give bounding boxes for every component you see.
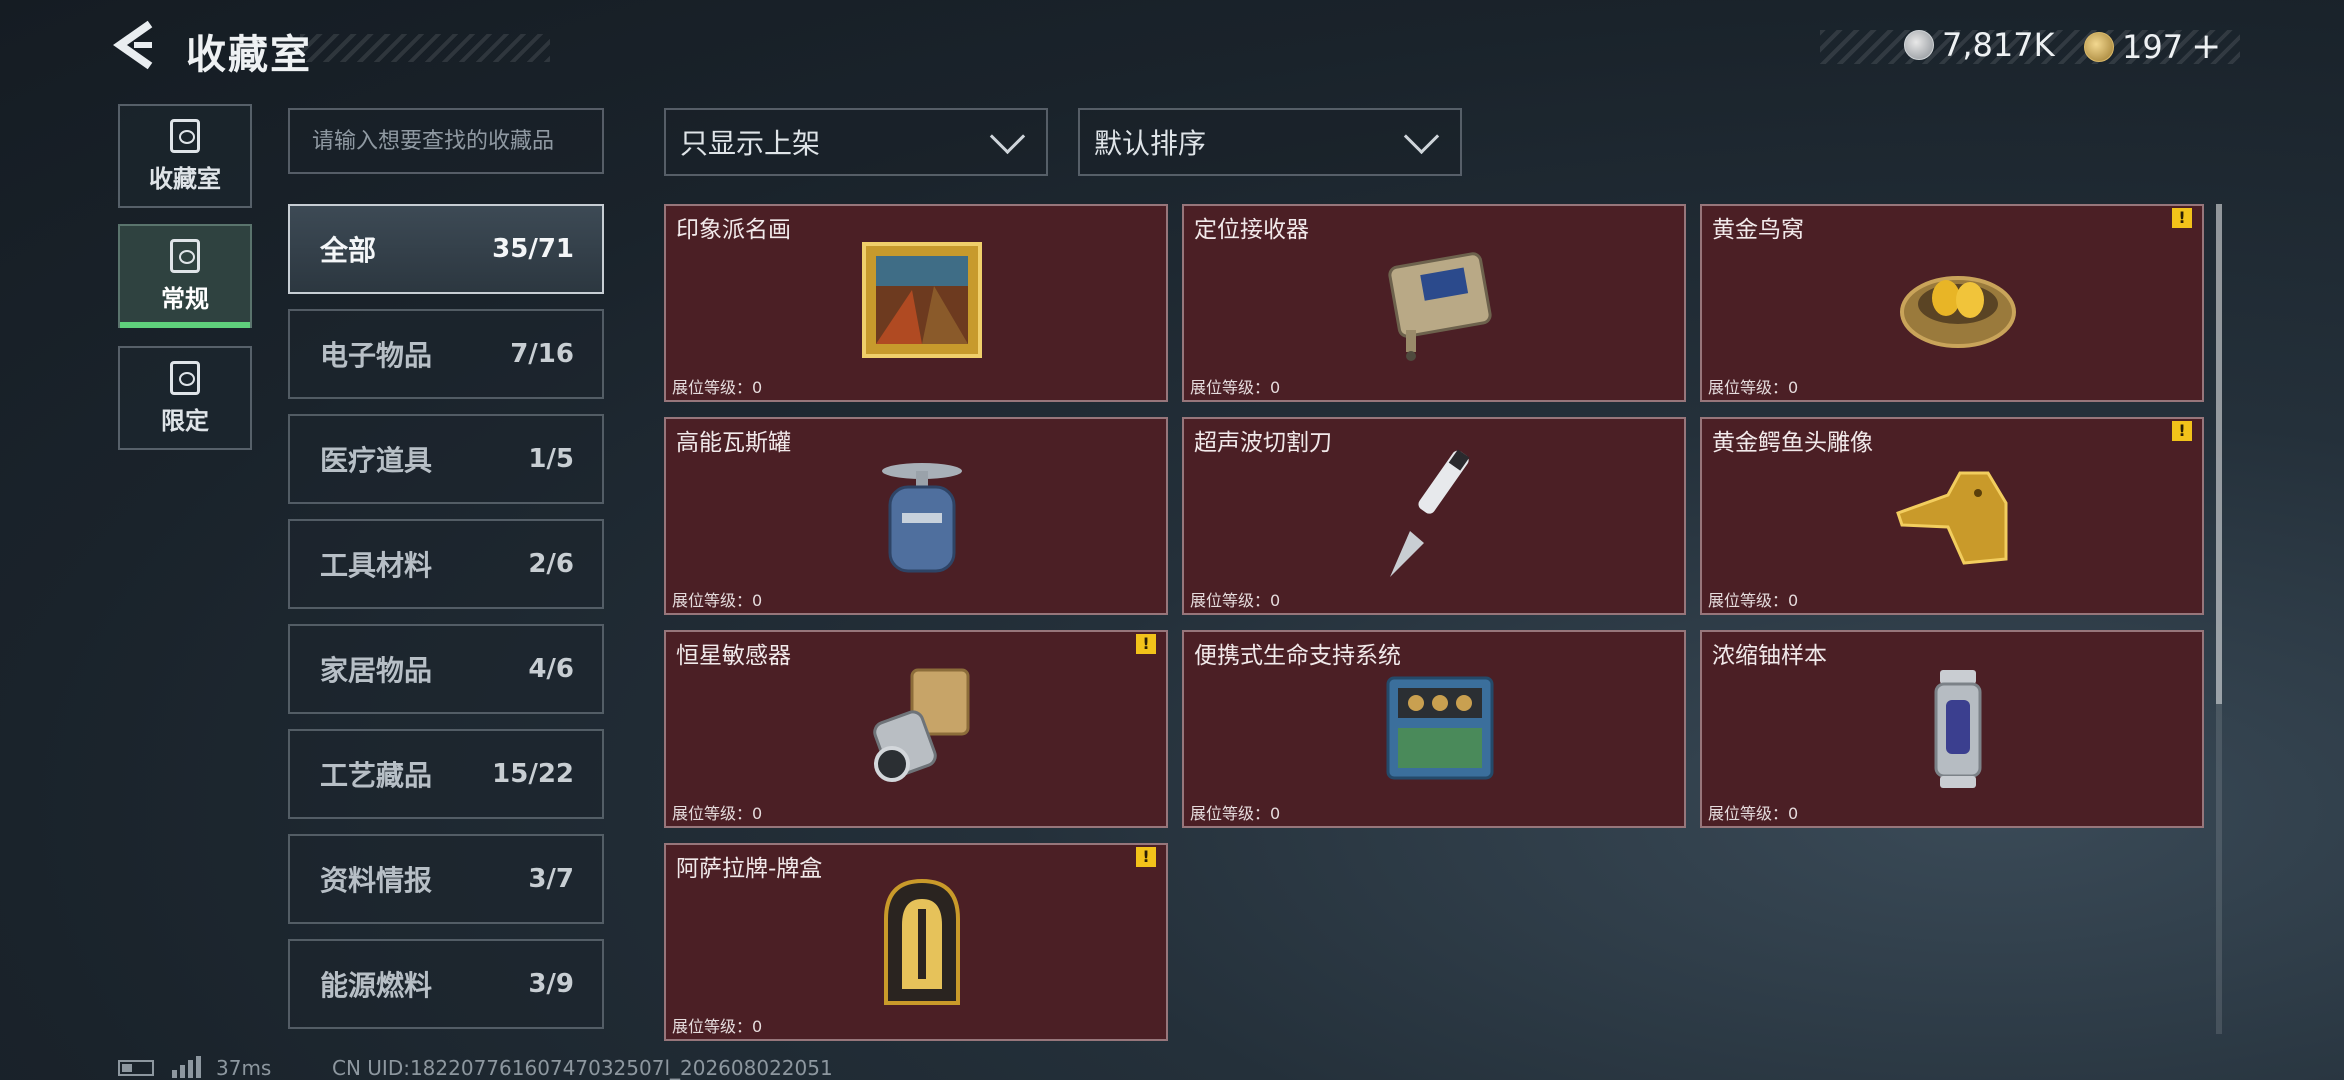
silver-currency: 7,817K — [1904, 26, 2055, 64]
item-card[interactable]: 浓缩铀样本 展位等级：0 — [1700, 630, 2204, 828]
category-count: 35/71 — [492, 234, 574, 264]
gold-nest-icon — [1900, 276, 2016, 348]
add-currency-button[interactable]: + — [2191, 26, 2221, 67]
category-count: 1/5 — [528, 444, 574, 474]
item-name: 浓缩铀样本 — [1712, 643, 1827, 669]
search-input[interactable] — [288, 108, 604, 174]
category-name: 工艺藏品 — [320, 759, 433, 792]
category-name: 医疗道具 — [320, 444, 433, 477]
category-all[interactable]: 全部 35/71 — [288, 204, 604, 294]
signal-icon — [172, 1056, 201, 1078]
uid-text: CN UID:18220776160747032507l_20260802205… — [332, 1056, 833, 1080]
category-name: 资料情报 — [320, 864, 433, 897]
star-sensor-icon — [873, 668, 970, 782]
chevron-down-icon — [989, 118, 1026, 154]
sort-dropdown[interactable]: 默认排序 — [1078, 108, 1462, 176]
item-card[interactable]: 定位接收器 展位等级：0 — [1182, 204, 1686, 402]
back-arrow-icon — [113, 20, 153, 70]
gold-amount: 197 — [2122, 27, 2184, 66]
page-title: 收藏室 — [186, 32, 312, 78]
item-card[interactable]: 便携式生命支持系统 展位等级：0 — [1182, 630, 1686, 828]
item-name: 印象派名画 — [676, 217, 791, 243]
nav-tab-vault[interactable]: 收藏室 — [118, 104, 252, 208]
item-card[interactable]: 阿萨拉牌-牌盒 ! 展位等级：0 — [664, 843, 1168, 1041]
sort-value: 默认排序 — [1094, 127, 1207, 160]
life-support-icon — [1386, 676, 1494, 780]
item-card[interactable]: 恒星敏感器 ! 展位等级：0 — [664, 630, 1168, 828]
back-button[interactable] — [112, 20, 160, 80]
card-box-icon — [884, 878, 960, 1005]
warning-badge: ! — [1136, 634, 1156, 654]
ultrasonic-knife-icon — [1390, 449, 1470, 577]
item-card[interactable]: 黄金鳄鱼头雕像 ! 展位等级：0 — [1700, 417, 2204, 615]
scrollbar-thumb[interactable] — [2216, 204, 2222, 704]
item-card[interactable]: 印象派名画 展位等级：0 — [664, 204, 1168, 402]
item-name: 阿萨拉牌-牌盒 — [676, 856, 823, 882]
category-energy[interactable]: 能源燃料 3/9 — [288, 939, 604, 1029]
category-name: 全部 — [320, 234, 377, 267]
battery-icon — [118, 1060, 154, 1076]
category-count: 15/22 — [492, 759, 574, 789]
category-count: 4/6 — [528, 654, 574, 684]
gold-currency[interactable]: 197 + — [2084, 26, 2221, 67]
booth-level: 展位等级：0 — [1190, 591, 1281, 610]
category-count: 2/6 — [528, 549, 574, 579]
nav-tab-label: 收藏室 — [149, 164, 221, 193]
booth-level: 展位等级：0 — [1708, 804, 1799, 823]
item-card[interactable]: 超声波切割刀 展位等级：0 — [1182, 417, 1686, 615]
gold-crocodile-icon — [1896, 471, 2008, 565]
display-filter-value: 只显示上架 — [680, 127, 821, 160]
item-name: 高能瓦斯罐 — [676, 430, 791, 456]
nav-tab-label: 限定 — [161, 406, 209, 435]
nav-tab-regular[interactable]: 常规 — [118, 224, 252, 328]
collection-icon — [170, 238, 200, 273]
category-intel[interactable]: 资料情报 3/7 — [288, 834, 604, 924]
silver-amount: 7,817K — [1942, 26, 2055, 64]
ping-text: 37ms — [216, 1056, 272, 1080]
nav-tab-label: 常规 — [161, 284, 209, 313]
gas-canister-icon — [882, 463, 962, 573]
title-decoration — [300, 34, 550, 62]
vault-icon — [170, 118, 200, 153]
category-tools[interactable]: 工具材料 2/6 — [288, 519, 604, 609]
item-name: 黄金鳄鱼头雕像 — [1712, 430, 1873, 456]
category-electronics[interactable]: 电子物品 7/16 — [288, 309, 604, 399]
item-name: 超声波切割刀 — [1194, 430, 1332, 456]
painting-icon — [862, 242, 982, 358]
item-card[interactable]: 黄金鸟窝 ! 展位等级：0 — [1700, 204, 2204, 402]
warning-badge: ! — [2172, 208, 2192, 228]
booth-level: 展位等级：0 — [1708, 591, 1799, 610]
item-name: 黄金鸟窝 — [1712, 217, 1804, 243]
item-name: 定位接收器 — [1194, 217, 1309, 243]
display-filter-dropdown[interactable]: 只显示上架 — [664, 108, 1048, 176]
category-count: 7/16 — [510, 339, 574, 369]
category-name: 能源燃料 — [320, 969, 433, 1002]
receiver-icon — [1388, 252, 1492, 361]
booth-level: 展位等级：0 — [1190, 378, 1281, 397]
uranium-sample-icon — [1934, 670, 1982, 788]
category-household[interactable]: 家居物品 4/6 — [288, 624, 604, 714]
category-name: 电子物品 — [320, 339, 433, 372]
category-crafts[interactable]: 工艺藏品 15/22 — [288, 729, 604, 819]
category-medical[interactable]: 医疗道具 1/5 — [288, 414, 604, 504]
picture-icon — [170, 360, 200, 395]
category-name: 工具材料 — [320, 549, 433, 582]
warning-badge: ! — [2172, 421, 2192, 441]
category-count: 3/7 — [528, 864, 574, 894]
booth-level: 展位等级：0 — [672, 591, 763, 610]
silver-coin-icon — [1904, 30, 1934, 60]
warning-badge: ! — [1136, 847, 1156, 867]
booth-level: 展位等级：0 — [1708, 378, 1799, 397]
gold-coin-icon — [2084, 31, 2114, 62]
chevron-down-icon — [1403, 118, 1440, 154]
booth-level: 展位等级：0 — [672, 1017, 763, 1036]
nav-tab-limited[interactable]: 限定 — [118, 346, 252, 450]
booth-level: 展位等级：0 — [672, 378, 763, 397]
booth-level: 展位等级：0 — [1190, 804, 1281, 823]
item-name: 恒星敏感器 — [676, 643, 791, 669]
category-name: 家居物品 — [320, 654, 433, 687]
booth-level: 展位等级：0 — [672, 804, 763, 823]
category-count: 3/9 — [528, 969, 574, 999]
item-card[interactable]: 高能瓦斯罐 展位等级：0 — [664, 417, 1168, 615]
